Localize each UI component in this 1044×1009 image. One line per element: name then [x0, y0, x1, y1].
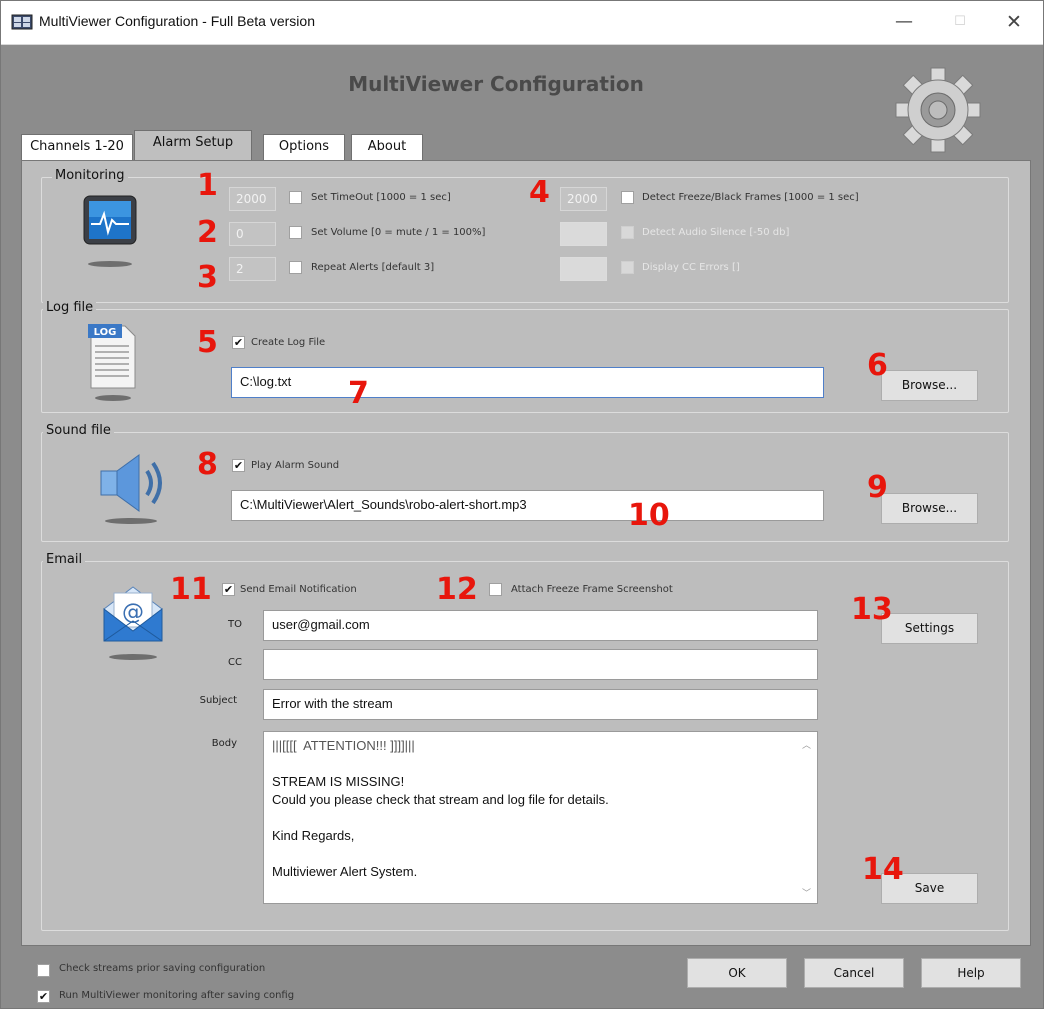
- body-line: |||[[[[ ATTENTION!!! ]]]]|||: [272, 738, 415, 753]
- monitoring-legend: Monitoring: [52, 168, 128, 183]
- attach-screenshot-label: Attach Freeze Frame Screenshot: [511, 584, 673, 595]
- scroll-up-icon[interactable]: ︿: [802, 738, 811, 751]
- repeat-checkbox[interactable]: [289, 261, 302, 274]
- body-line: [272, 845, 809, 863]
- minimize-button[interactable]: —: [884, 7, 924, 37]
- scroll-down-icon[interactable]: ﹀: [802, 886, 811, 899]
- app-header: MultiViewer Configuration: [1, 45, 1043, 153]
- body-label: Body: [211, 738, 237, 749]
- body-line: [272, 809, 809, 827]
- app-icon: [11, 14, 33, 30]
- email-settings-button[interactable]: Settings: [881, 613, 978, 644]
- volume-label: Set Volume [0 = mute / 1 = 100%]: [311, 227, 486, 238]
- cc-errors-checkbox[interactable]: [621, 261, 634, 274]
- timeout-checkbox[interactable]: [289, 191, 302, 204]
- monitoring-group: Monitoring: [41, 168, 1009, 303]
- logfile-legend: Log file: [43, 300, 97, 315]
- body-line: Could you please check that stream and l…: [272, 792, 609, 807]
- annotation-1: 1: [197, 168, 218, 203]
- freeze-checkbox[interactable]: [621, 191, 634, 204]
- header-title: MultiViewer Configuration: [348, 72, 644, 96]
- freeze-input[interactable]: 2000: [560, 187, 607, 211]
- repeat-label: Repeat Alerts [default 3]: [311, 262, 435, 273]
- annotation-3: 3: [197, 260, 218, 295]
- run-monitoring-label: Run MultiViewer monitoring after saving …: [59, 990, 295, 1001]
- silence-label: Detect Audio Silence [-50 db]: [642, 227, 790, 238]
- annotation-11: 11: [170, 572, 212, 607]
- play-sound-label: Play Alarm Sound: [251, 460, 340, 471]
- create-log-checkbox[interactable]: ✔: [232, 336, 245, 349]
- annotation-8: 8: [197, 447, 218, 482]
- send-email-checkbox[interactable]: ✔: [222, 583, 235, 596]
- monitor-icon: [83, 195, 137, 267]
- body-line: STREAM IS MISSING!: [272, 774, 405, 789]
- help-button[interactable]: Help: [921, 958, 1021, 988]
- volume-checkbox[interactable]: [289, 226, 302, 239]
- log-document-icon: LOG: [88, 324, 136, 401]
- send-email-label: Send Email Notification: [240, 584, 357, 595]
- ok-button[interactable]: OK: [687, 958, 787, 988]
- tab-about[interactable]: About: [351, 134, 423, 160]
- maximize-button[interactable]: ☐: [940, 7, 980, 37]
- check-streams-label: Check streams prior saving configuration: [59, 963, 266, 974]
- main-window: MultiViewer Configuration - Full Beta ve…: [0, 0, 1044, 1009]
- soundfile-legend: Sound file: [43, 423, 114, 438]
- log-browse-button[interactable]: Browse...: [881, 370, 978, 401]
- cc-input[interactable]: [263, 649, 818, 680]
- timeout-input[interactable]: 2000: [229, 187, 276, 211]
- sound-browse-button[interactable]: Browse...: [881, 493, 978, 524]
- subject-input[interactable]: Error with the stream: [263, 689, 818, 720]
- volume-input[interactable]: 0: [229, 222, 276, 246]
- annotation-10: 10: [628, 498, 670, 533]
- annotation-13: 13: [851, 592, 893, 627]
- close-button[interactable]: ✕: [994, 7, 1034, 37]
- to-label: TO: [228, 619, 242, 630]
- silence-input[interactable]: [560, 222, 607, 246]
- cc-errors-input[interactable]: [560, 257, 607, 281]
- annotation-12: 12: [436, 572, 478, 607]
- repeat-input[interactable]: 2: [229, 257, 276, 281]
- body-line: Multiviewer Alert System.: [272, 864, 418, 879]
- email-legend: Email: [43, 552, 86, 567]
- tab-options[interactable]: Options: [263, 134, 345, 160]
- annotation-7: 7: [348, 376, 369, 411]
- create-log-label: Create Log File: [251, 337, 326, 348]
- sound-path-input[interactable]: C:\MultiViewer\Alert_Sounds\robo-alert-s…: [231, 490, 824, 521]
- attach-screenshot-checkbox[interactable]: [489, 583, 502, 596]
- cancel-button[interactable]: Cancel: [804, 958, 904, 988]
- gear-icon: [895, 67, 981, 153]
- subject-label: Subject: [199, 695, 237, 706]
- run-monitoring-checkbox[interactable]: ✔: [37, 990, 50, 1003]
- annotation-14: 14: [862, 852, 904, 887]
- log-path-input[interactable]: C:\log.txt: [231, 367, 824, 398]
- body-line: Kind Regards,: [272, 828, 355, 843]
- tab-channels[interactable]: Channels 1-20: [21, 134, 133, 160]
- speaker-icon: [100, 454, 162, 524]
- cc-label: CC: [228, 657, 242, 668]
- window-title: MultiViewer Configuration - Full Beta ve…: [39, 13, 315, 29]
- cc-errors-label: Display CC Errors []: [642, 262, 740, 273]
- annotation-2: 2: [197, 215, 218, 250]
- check-streams-checkbox[interactable]: [37, 964, 50, 977]
- to-input[interactable]: user@gmail.com: [263, 610, 818, 641]
- freeze-label: Detect Freeze/Black Frames [1000 = 1 sec…: [642, 192, 859, 203]
- annotation-6: 6: [867, 348, 888, 383]
- svg-text:LOG: LOG: [94, 327, 117, 338]
- annotation-5: 5: [197, 325, 218, 360]
- alarm-setup-panel: Monitoring 2000 Set TimeOut [1000 = 1 se…: [21, 160, 1031, 946]
- soundfile-group: Sound file: [41, 423, 1009, 542]
- tab-alarm-setup[interactable]: Alarm Setup: [134, 130, 252, 160]
- timeout-label: Set TimeOut [1000 = 1 sec]: [311, 192, 451, 203]
- annotation-9: 9: [867, 470, 888, 505]
- title-bar: MultiViewer Configuration - Full Beta ve…: [1, 1, 1043, 45]
- email-icon: @: [103, 586, 163, 660]
- silence-checkbox[interactable]: [621, 226, 634, 239]
- body-line: [272, 755, 809, 773]
- annotation-4: 4: [529, 175, 550, 210]
- play-sound-checkbox[interactable]: ✔: [232, 459, 245, 472]
- body-textarea[interactable]: |||[[[[ ATTENTION!!! ]]]]||| STREAM IS M…: [263, 731, 818, 904]
